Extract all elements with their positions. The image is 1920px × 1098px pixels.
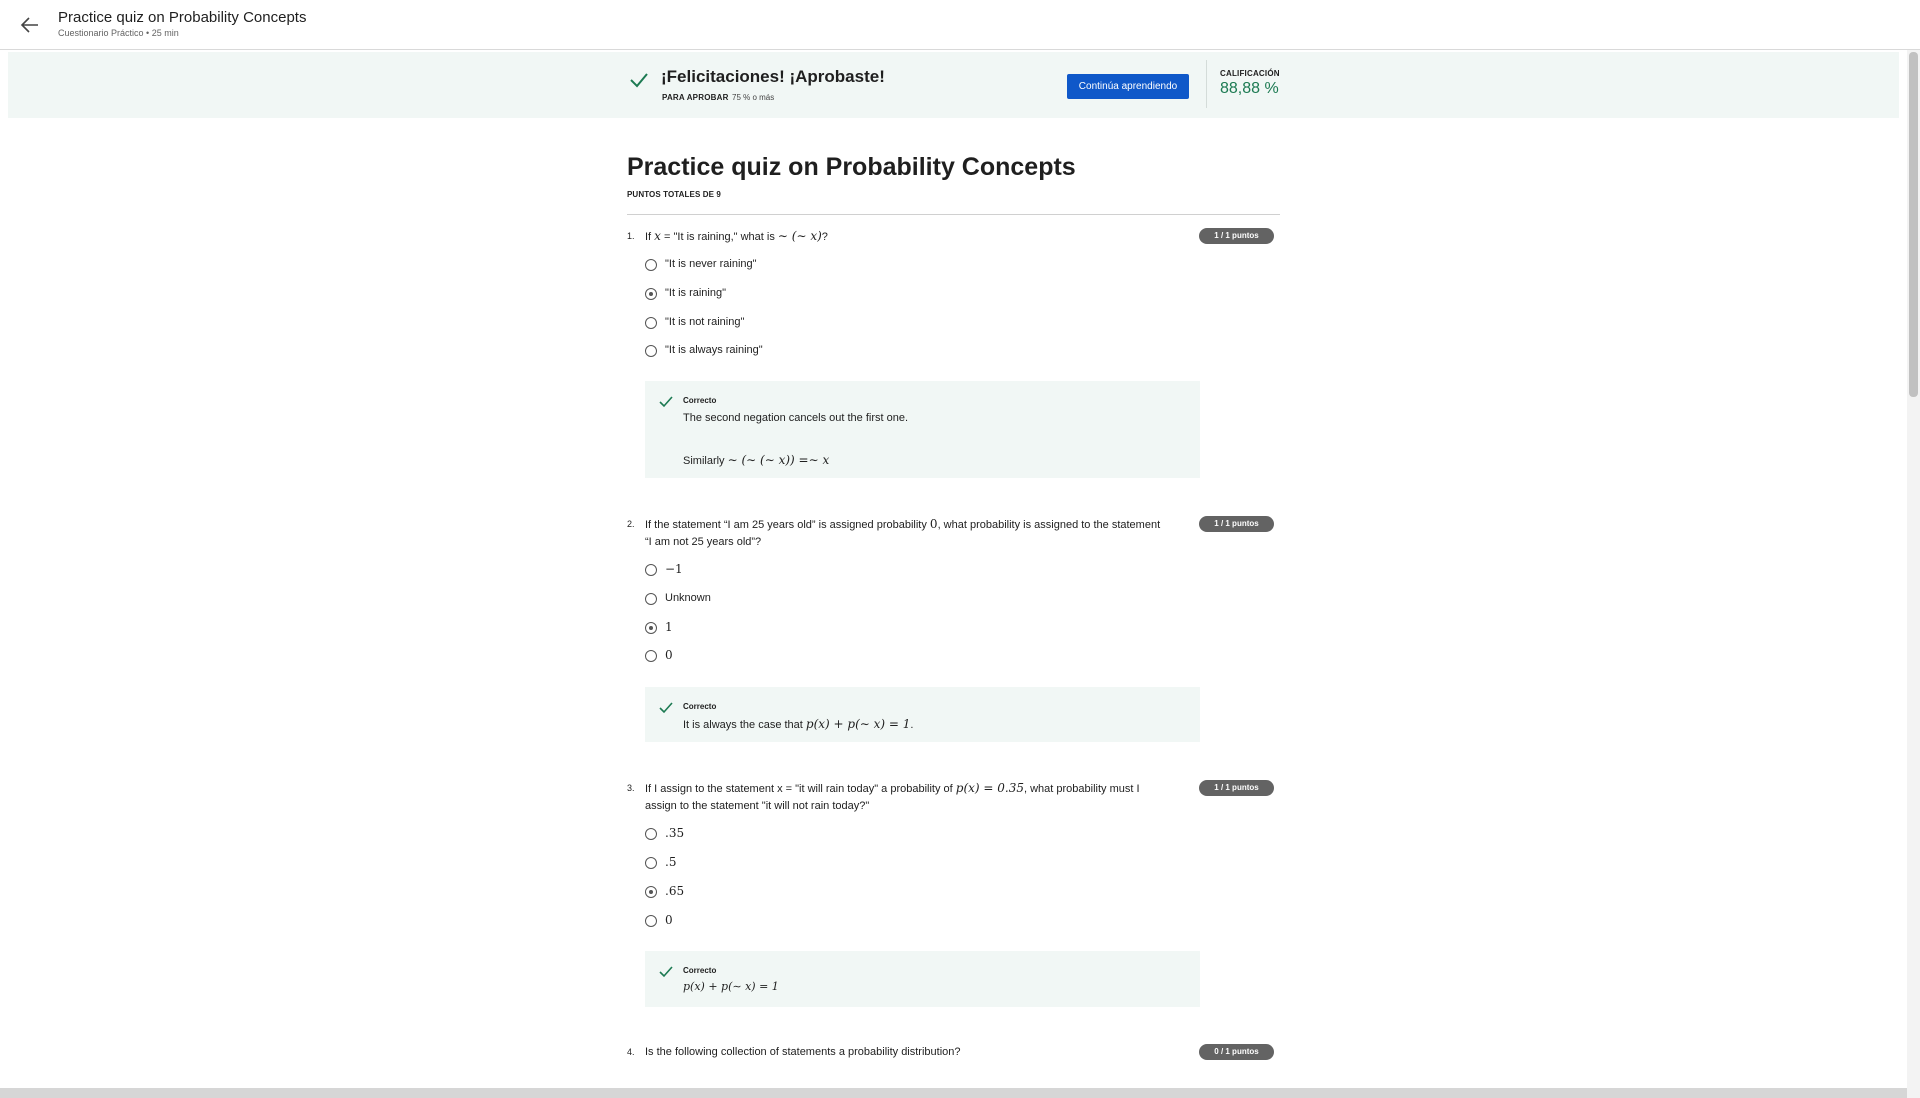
option-label: Unknown <box>665 592 711 604</box>
arrow-left-icon <box>20 17 38 33</box>
radio-button-selected[interactable] <box>645 288 657 300</box>
continue-learning-button[interactable]: Continúa aprendiendo <box>1067 74 1189 99</box>
radio-button-selected[interactable] <box>645 622 657 634</box>
question-text: If x = "It is raining," what is ∼ (∼ x)? <box>645 229 828 243</box>
feedback-label: Correcto <box>683 396 717 405</box>
radio-button-selected[interactable] <box>645 886 657 898</box>
radio-button[interactable] <box>645 593 657 605</box>
feedback-text: It is always the case that p(x) + p(∼ x)… <box>683 717 914 731</box>
feedback-label: Correcto <box>683 702 717 711</box>
feedback-math: p(x) + p(∼ x) = 1 <box>683 980 779 993</box>
top-header: Practice quiz on Probability Concepts Cu… <box>0 0 1920 50</box>
divider <box>627 214 1280 215</box>
option-label: 0 <box>665 648 673 662</box>
radio-button[interactable] <box>645 317 657 329</box>
points-badge: 1 / 1 puntos <box>1199 780 1274 796</box>
option-label: "It is not raining" <box>665 316 745 328</box>
grade-label: CALIFICACIÓN <box>1220 69 1280 78</box>
option-label: 0 <box>665 913 673 927</box>
feedback-panel: Correcto It is always the case that p(x)… <box>645 687 1200 742</box>
points-badge: 1 / 1 puntos <box>1199 228 1274 244</box>
radio-button[interactable] <box>645 828 657 840</box>
check-icon <box>659 702 673 714</box>
option-label: 1 <box>665 620 673 634</box>
quiz-title: Practice quiz on Probability Concepts <box>627 153 1076 181</box>
question-number: 2. <box>627 519 635 529</box>
feedback-text: Similarly ∼ (∼ (∼ x)) =∼ x <box>683 453 830 467</box>
points-badge: 0 / 1 puntos <box>1199 1044 1274 1060</box>
check-icon <box>659 396 673 408</box>
grade-value: 88,88 % <box>1220 80 1279 97</box>
radio-button[interactable] <box>645 345 657 357</box>
page-subtitle: Cuestionario Práctico • 25 min <box>58 28 179 38</box>
option-label: "It is raining" <box>665 287 726 299</box>
radio-button[interactable] <box>645 650 657 662</box>
scrollbar-thumb[interactable] <box>1909 52 1918 397</box>
feedback-panel: Correcto p(x) + p(∼ x) = 1 <box>645 951 1200 1007</box>
question-number: 4. <box>627 1047 635 1057</box>
option-label: −1 <box>665 562 683 576</box>
feedback-panel: Correcto The second negation cancels out… <box>645 381 1200 478</box>
radio-button[interactable] <box>645 259 657 271</box>
result-banner <box>8 52 1899 118</box>
pass-requirement-value: 75 % o más <box>732 93 775 102</box>
option-label: .35 <box>665 826 685 840</box>
question-text: Is the following collection of statement… <box>645 1046 961 1058</box>
feedback-text: The second negation cancels out the firs… <box>683 412 909 424</box>
radio-button[interactable] <box>645 857 657 869</box>
question-text: If I assign to the statement x = "it wil… <box>645 781 1140 812</box>
option-label: .65 <box>665 884 685 898</box>
horizontal-scrollbar[interactable] <box>0 1088 1907 1098</box>
pass-title: ¡Felicitaciones! ¡Aprobaste! <box>661 67 885 86</box>
question-text: If the statement “I am 25 years old” is … <box>645 517 1161 548</box>
feedback-label: Correcto <box>683 966 717 975</box>
radio-button[interactable] <box>645 915 657 927</box>
check-icon <box>659 966 673 978</box>
check-icon <box>630 73 648 88</box>
page-title: Practice quiz on Probability Concepts <box>58 9 307 26</box>
question-number: 3. <box>627 783 635 793</box>
option-label: "It is never raining" <box>665 258 757 270</box>
radio-button[interactable] <box>645 564 657 576</box>
question-number: 1. <box>627 231 635 241</box>
option-label: "It is always raining" <box>665 344 763 356</box>
total-points: PUNTOS TOTALES DE 9 <box>627 190 721 199</box>
back-button[interactable] <box>18 13 42 37</box>
pass-requirement-label: PARA APROBAR <box>662 93 729 102</box>
option-label: .5 <box>665 855 677 869</box>
divider <box>1206 60 1207 108</box>
points-badge: 1 / 1 puntos <box>1199 516 1274 532</box>
